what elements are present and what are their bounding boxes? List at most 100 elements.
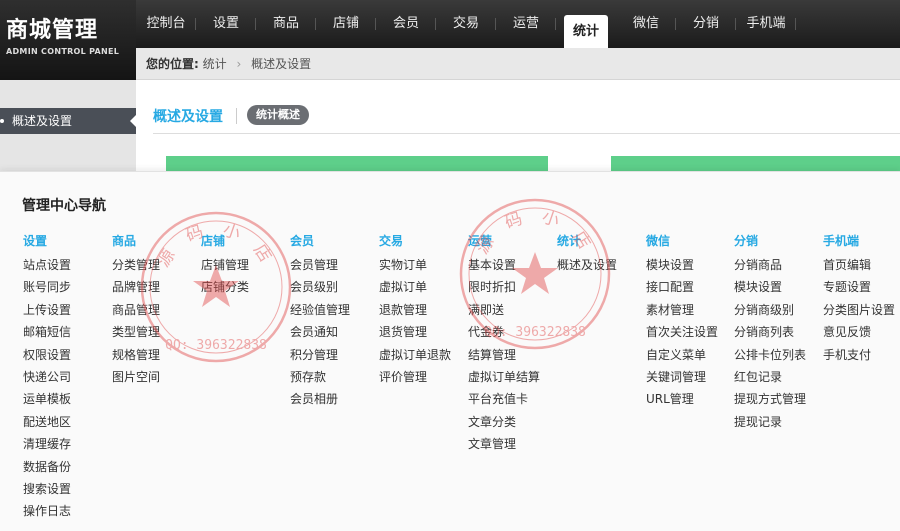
nav-link[interactable]: 站点设置 bbox=[23, 254, 71, 276]
nav-link[interactable]: 运单模板 bbox=[23, 388, 71, 410]
nav-link[interactable]: 首页编辑 bbox=[823, 254, 895, 276]
nav-link[interactable]: 规格管理 bbox=[112, 344, 160, 366]
nav-link[interactable]: 文章分类 bbox=[468, 411, 540, 433]
nav-link[interactable]: 分销商品 bbox=[734, 254, 806, 276]
nav-item-4[interactable]: 会员 bbox=[376, 0, 436, 48]
nav-link[interactable]: 类型管理 bbox=[112, 321, 160, 343]
nav-link[interactable]: 基本设置 bbox=[468, 254, 540, 276]
nav-link[interactable]: 图片空间 bbox=[112, 366, 160, 388]
nav-link[interactable]: 概述及设置 bbox=[557, 254, 617, 276]
nav-link[interactable]: 结算管理 bbox=[468, 344, 540, 366]
nav-item-1[interactable]: 设置 bbox=[196, 0, 256, 48]
nav-link[interactable]: 提现方式管理 bbox=[734, 388, 806, 410]
content-divider bbox=[153, 133, 900, 134]
nav-column-heading[interactable]: 店铺 bbox=[201, 232, 249, 254]
nav-link[interactable]: 虚拟订单退款 bbox=[379, 344, 451, 366]
nav-item-9[interactable]: 分销 bbox=[676, 0, 736, 48]
nav-column-heading[interactable]: 微信 bbox=[646, 232, 718, 254]
nav-link[interactable]: 搜索设置 bbox=[23, 478, 71, 500]
overlay-title: 管理中心导航 bbox=[22, 198, 106, 214]
sidebar: 概述及设置 bbox=[0, 80, 136, 171]
nav-link[interactable]: 素材管理 bbox=[646, 299, 718, 321]
chart-bar-left bbox=[166, 156, 548, 171]
nav-link[interactable]: 关键词管理 bbox=[646, 366, 718, 388]
nav-link[interactable]: 平台充值卡 bbox=[468, 388, 540, 410]
nav-link[interactable]: 评价管理 bbox=[379, 366, 451, 388]
nav-link[interactable]: 配送地区 bbox=[23, 411, 71, 433]
nav-column-heading[interactable]: 分销 bbox=[734, 232, 806, 254]
nav-column-heading[interactable]: 商品 bbox=[112, 232, 160, 254]
breadcrumb-item-overview: 概述及设置 bbox=[251, 57, 312, 71]
nav-link[interactable]: 会员级别 bbox=[290, 276, 350, 298]
nav-item-10[interactable]: 手机端 bbox=[736, 0, 796, 48]
nav-link[interactable]: 分销商级别 bbox=[734, 299, 806, 321]
sidebar-item-overview[interactable]: 概述及设置 bbox=[0, 108, 136, 134]
nav-item-3[interactable]: 店铺 bbox=[316, 0, 376, 48]
nav-column-heading[interactable]: 交易 bbox=[379, 232, 451, 254]
nav-link[interactable]: 店铺管理 bbox=[201, 254, 249, 276]
nav-link[interactable]: 接口配置 bbox=[646, 276, 718, 298]
nav-link[interactable]: 虚拟订单结算 bbox=[468, 366, 540, 388]
nav-column-heading[interactable]: 设置 bbox=[23, 232, 71, 254]
nav-link[interactable]: 分类管理 bbox=[112, 254, 160, 276]
breadcrumb-prefix: 您的位置: bbox=[146, 57, 199, 71]
nav-link[interactable]: URL管理 bbox=[646, 388, 718, 410]
nav-item-6[interactable]: 运营 bbox=[496, 0, 556, 48]
nav-link[interactable]: 预存款 bbox=[290, 366, 350, 388]
breadcrumb-item-statistics[interactable]: 统计 bbox=[203, 57, 227, 71]
nav-link[interactable]: 邮箱短信 bbox=[23, 321, 71, 343]
nav-column-heading[interactable]: 运营 bbox=[468, 232, 540, 254]
nav-link[interactable]: 退款管理 bbox=[379, 299, 451, 321]
nav-item-7[interactable]: 统计 bbox=[564, 15, 608, 48]
main-content: 概述及设置 统计概述 bbox=[136, 80, 900, 171]
nav-link[interactable]: 限时折扣 bbox=[468, 276, 540, 298]
nav-link[interactable]: 退货管理 bbox=[379, 321, 451, 343]
nav-link[interactable]: 红包记录 bbox=[734, 366, 806, 388]
nav-link[interactable]: 店铺分类 bbox=[201, 276, 249, 298]
nav-link[interactable]: 上传设置 bbox=[23, 299, 71, 321]
nav-column-heading[interactable]: 手机端 bbox=[823, 232, 895, 254]
nav-column-heading[interactable]: 会员 bbox=[290, 232, 350, 254]
nav-link[interactable]: 会员通知 bbox=[290, 321, 350, 343]
nav-column-heading[interactable]: 统计 bbox=[557, 232, 617, 254]
nav-link[interactable]: 数据备份 bbox=[23, 456, 71, 478]
nav-link[interactable]: 手机支付 bbox=[823, 344, 895, 366]
nav-link[interactable]: 首次关注设置 bbox=[646, 321, 718, 343]
nav-link[interactable]: 品牌管理 bbox=[112, 276, 160, 298]
nav-link[interactable]: 权限设置 bbox=[23, 344, 71, 366]
nav-link[interactable]: 模块设置 bbox=[734, 276, 806, 298]
nav-link[interactable]: 商品管理 bbox=[112, 299, 160, 321]
nav-link[interactable]: 会员相册 bbox=[290, 388, 350, 410]
nav-item-5[interactable]: 交易 bbox=[436, 0, 496, 48]
title-divider bbox=[236, 108, 237, 124]
nav-link[interactable]: 实物订单 bbox=[379, 254, 451, 276]
nav-link[interactable]: 经验值管理 bbox=[290, 299, 350, 321]
nav-link[interactable]: 公排卡位列表 bbox=[734, 344, 806, 366]
nav-link[interactable]: 意见反馈 bbox=[823, 321, 895, 343]
nav-link[interactable]: 账号同步 bbox=[23, 276, 71, 298]
logo-title: 商城管理 bbox=[6, 18, 99, 43]
nav-link[interactable]: 模块设置 bbox=[646, 254, 718, 276]
nav-link[interactable]: 操作日志 bbox=[23, 500, 71, 522]
nav-column-9: 手机端 首页编辑 专题设置 分类图片设置 意见反馈 手机支付 bbox=[823, 232, 895, 366]
nav-column-7: 微信 模块设置 接口配置 素材管理 首次关注设置 自定义菜单 关键词管理 URL管理 bbox=[646, 232, 718, 411]
nav-link[interactable]: 分类图片设置 bbox=[823, 299, 895, 321]
main-nav: 控制台 设置 商品 店铺 会员 交易 运营 统计 微信 分销 手机端 bbox=[136, 0, 796, 48]
nav-link[interactable]: 代金券 bbox=[468, 321, 540, 343]
nav-link[interactable]: 快递公司 bbox=[23, 366, 71, 388]
nav-link[interactable]: 提现记录 bbox=[734, 411, 806, 433]
nav-item-0[interactable]: 控制台 bbox=[136, 0, 196, 48]
nav-link[interactable]: 自定义菜单 bbox=[646, 344, 718, 366]
nav-item-8[interactable]: 微信 bbox=[616, 0, 676, 48]
nav-link[interactable]: 满即送 bbox=[468, 299, 540, 321]
nav-link[interactable]: 清理缓存 bbox=[23, 433, 71, 455]
nav-link[interactable]: 虚拟订单 bbox=[379, 276, 451, 298]
breadcrumb: 您的位置: 统计 › 概述及设置 bbox=[136, 48, 900, 80]
nav-item-2[interactable]: 商品 bbox=[256, 0, 316, 48]
nav-link[interactable]: 会员管理 bbox=[290, 254, 350, 276]
nav-link[interactable]: 文章管理 bbox=[468, 433, 540, 455]
nav-link[interactable]: 专题设置 bbox=[823, 276, 895, 298]
nav-link[interactable]: 分销商列表 bbox=[734, 321, 806, 343]
tab-stat-overview[interactable]: 统计概述 bbox=[247, 105, 309, 125]
nav-link[interactable]: 积分管理 bbox=[290, 344, 350, 366]
